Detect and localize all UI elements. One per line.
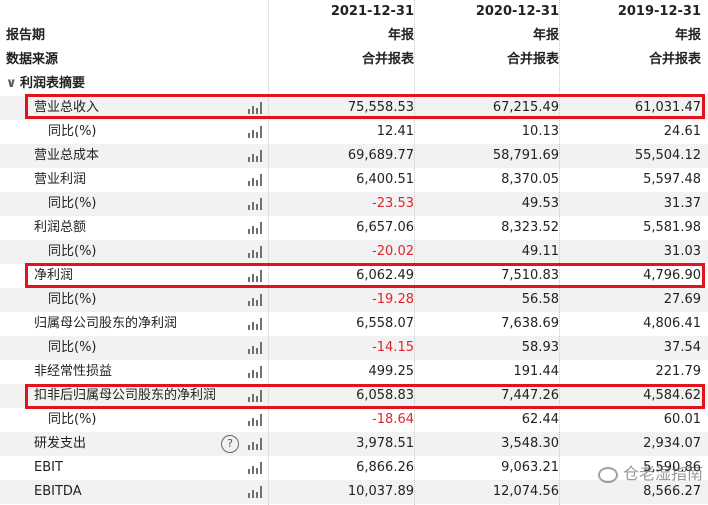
- period-value-1: 年报: [387, 28, 414, 43]
- row-value-3: 31.03: [663, 244, 701, 259]
- question-circle-icon[interactable]: ?: [221, 435, 239, 453]
- row-value-1: 499.25: [368, 364, 415, 379]
- table-row[interactable]: 归属母公司股东的净利润 6,558.07 7,638.69 4,806.41: [0, 312, 708, 336]
- row-value-2: 9,063.21: [501, 460, 559, 475]
- highlight-box-revenue: [25, 94, 705, 119]
- source-row: 数据来源 合并报表 合并报表 合并报表: [0, 48, 708, 72]
- section-header-row[interactable]: ∨ 利润表摘要: [0, 72, 708, 96]
- table-row[interactable]: 同比(%) -23.53 49.53 31.37: [0, 192, 708, 216]
- bar-chart-icon[interactable]: [248, 246, 262, 258]
- row-value-1: 6,400.51: [356, 172, 414, 187]
- date-header-row: 2021-12-31 2020-12-31 2019-12-31: [0, 0, 708, 24]
- bar-chart-icon[interactable]: [248, 294, 262, 306]
- bar-chart-icon[interactable]: [248, 222, 262, 234]
- source-value-3: 合并报表: [648, 52, 701, 67]
- source-value-1: 合并报表: [361, 52, 414, 67]
- bar-chart-icon[interactable]: [248, 150, 262, 162]
- row-value-1: 6,657.06: [356, 220, 414, 235]
- row-value-1: -20.02: [372, 244, 414, 259]
- highlight-box-net-profit: [25, 263, 705, 288]
- period-label: 报告期: [6, 28, 46, 43]
- bar-chart-icon[interactable]: [248, 462, 262, 474]
- bar-chart-icon[interactable]: [248, 486, 262, 498]
- row-value-3: 5,581.98: [643, 220, 701, 235]
- bar-chart-icon[interactable]: [248, 198, 262, 210]
- row-value-2: 10.13: [521, 124, 559, 139]
- row-value-3: 24.61: [663, 124, 701, 139]
- date-col-1[interactable]: 2021-12-31: [268, 0, 414, 24]
- date-col-2[interactable]: 2020-12-31: [414, 0, 559, 24]
- row-value-2: 8,370.05: [501, 172, 559, 187]
- row-value-1: -18.64: [372, 412, 414, 427]
- row-value-3: 60.01: [663, 412, 701, 427]
- collapse-chevron-icon[interactable]: ∨: [6, 72, 20, 96]
- period-value-3: 年报: [674, 28, 701, 43]
- column-divider: [559, 0, 560, 505]
- section-title: 利润表摘要: [20, 76, 86, 91]
- bar-chart-icon[interactable]: [248, 366, 262, 378]
- bar-chart-icon[interactable]: [248, 318, 262, 330]
- bar-chart-icon[interactable]: [248, 438, 262, 450]
- bar-chart-icon[interactable]: [248, 342, 262, 354]
- table-row[interactable]: 同比(%) -20.02 49.11 31.03: [0, 240, 708, 264]
- period-row: 报告期 年报 年报 年报: [0, 24, 708, 48]
- row-value-2: 12,074.56: [492, 484, 559, 499]
- row-value-3: 37.54: [663, 340, 701, 355]
- highlight-box-deducted-profit: [25, 384, 705, 409]
- row-value-3: 31.37: [663, 196, 701, 211]
- table-row[interactable]: 非经常性损益 499.25 191.44 221.79: [0, 360, 708, 384]
- header-corner: [0, 0, 268, 24]
- row-value-1: 12.41: [376, 124, 414, 139]
- row-value-2: 56.58: [521, 292, 559, 307]
- row-value-2: 58.93: [521, 340, 559, 355]
- table-row[interactable]: 营业总成本 69,689.77 58,791.69 55,504.12: [0, 144, 708, 168]
- row-value-1: 6,866.26: [356, 460, 414, 475]
- row-value-3: 221.79: [655, 364, 702, 379]
- row-value-1: 3,978.51: [356, 436, 414, 451]
- date-col-3[interactable]: 2019-12-31: [559, 0, 701, 24]
- row-value-1: -19.28: [372, 292, 414, 307]
- row-value-2: 58,791.69: [492, 148, 559, 163]
- row-value-2: 49.53: [521, 196, 559, 211]
- row-value-1: -23.53: [372, 196, 414, 211]
- bar-chart-icon[interactable]: [248, 414, 262, 426]
- column-divider: [414, 0, 415, 505]
- row-value-2: 49.11: [521, 244, 559, 259]
- row-value-2: 3,548.30: [501, 436, 559, 451]
- bar-chart-icon[interactable]: [248, 126, 262, 138]
- column-divider: [268, 0, 269, 505]
- wechat-icon: [598, 466, 618, 483]
- row-value-3: 55,504.12: [634, 148, 701, 163]
- table-row[interactable]: 利润总额 6,657.06 8,323.52 5,581.98: [0, 216, 708, 240]
- financial-table: 2021-12-31 2020-12-31 2019-12-31 报告期 年报 …: [0, 0, 708, 504]
- source-label: 数据来源: [6, 52, 59, 67]
- bar-chart-icon[interactable]: [248, 174, 262, 186]
- row-value-2: 191.44: [513, 364, 560, 379]
- row-value-1: 10,037.89: [347, 484, 414, 499]
- table-row[interactable]: 同比(%) 12.41 10.13 24.61: [0, 120, 708, 144]
- row-value-2: 8,323.52: [501, 220, 559, 235]
- row-value-3: 5,597.48: [643, 172, 701, 187]
- section-header[interactable]: ∨ 利润表摘要: [0, 72, 274, 96]
- row-value-2: 7,638.69: [501, 316, 559, 331]
- table-row[interactable]: 营业利润 6,400.51 8,370.05 5,597.48: [0, 168, 708, 192]
- table-row[interactable]: 研发支出 ? 3,978.51 3,548.30 2,934.07: [0, 432, 708, 456]
- watermark: 仓老湿指南: [598, 460, 703, 484]
- row-value-3: 4,806.41: [643, 316, 701, 331]
- row-value-3: 2,934.07: [643, 436, 701, 451]
- source-value-2: 合并报表: [506, 52, 559, 67]
- table-row[interactable]: 同比(%) -18.64 62.44 60.01: [0, 408, 708, 432]
- row-value-1: -14.15: [372, 340, 414, 355]
- period-value-2: 年报: [532, 28, 559, 43]
- watermark-text: 仓老湿指南: [623, 464, 704, 483]
- row-value-3: 27.69: [663, 292, 701, 307]
- table-row[interactable]: 同比(%) -14.15 58.93 37.54: [0, 336, 708, 360]
- row-value-1: 6,558.07: [356, 316, 414, 331]
- row-value-1: 69,689.77: [347, 148, 414, 163]
- row-value-2: 62.44: [521, 412, 559, 427]
- table-row[interactable]: 同比(%) -19.28 56.58 27.69: [0, 288, 708, 312]
